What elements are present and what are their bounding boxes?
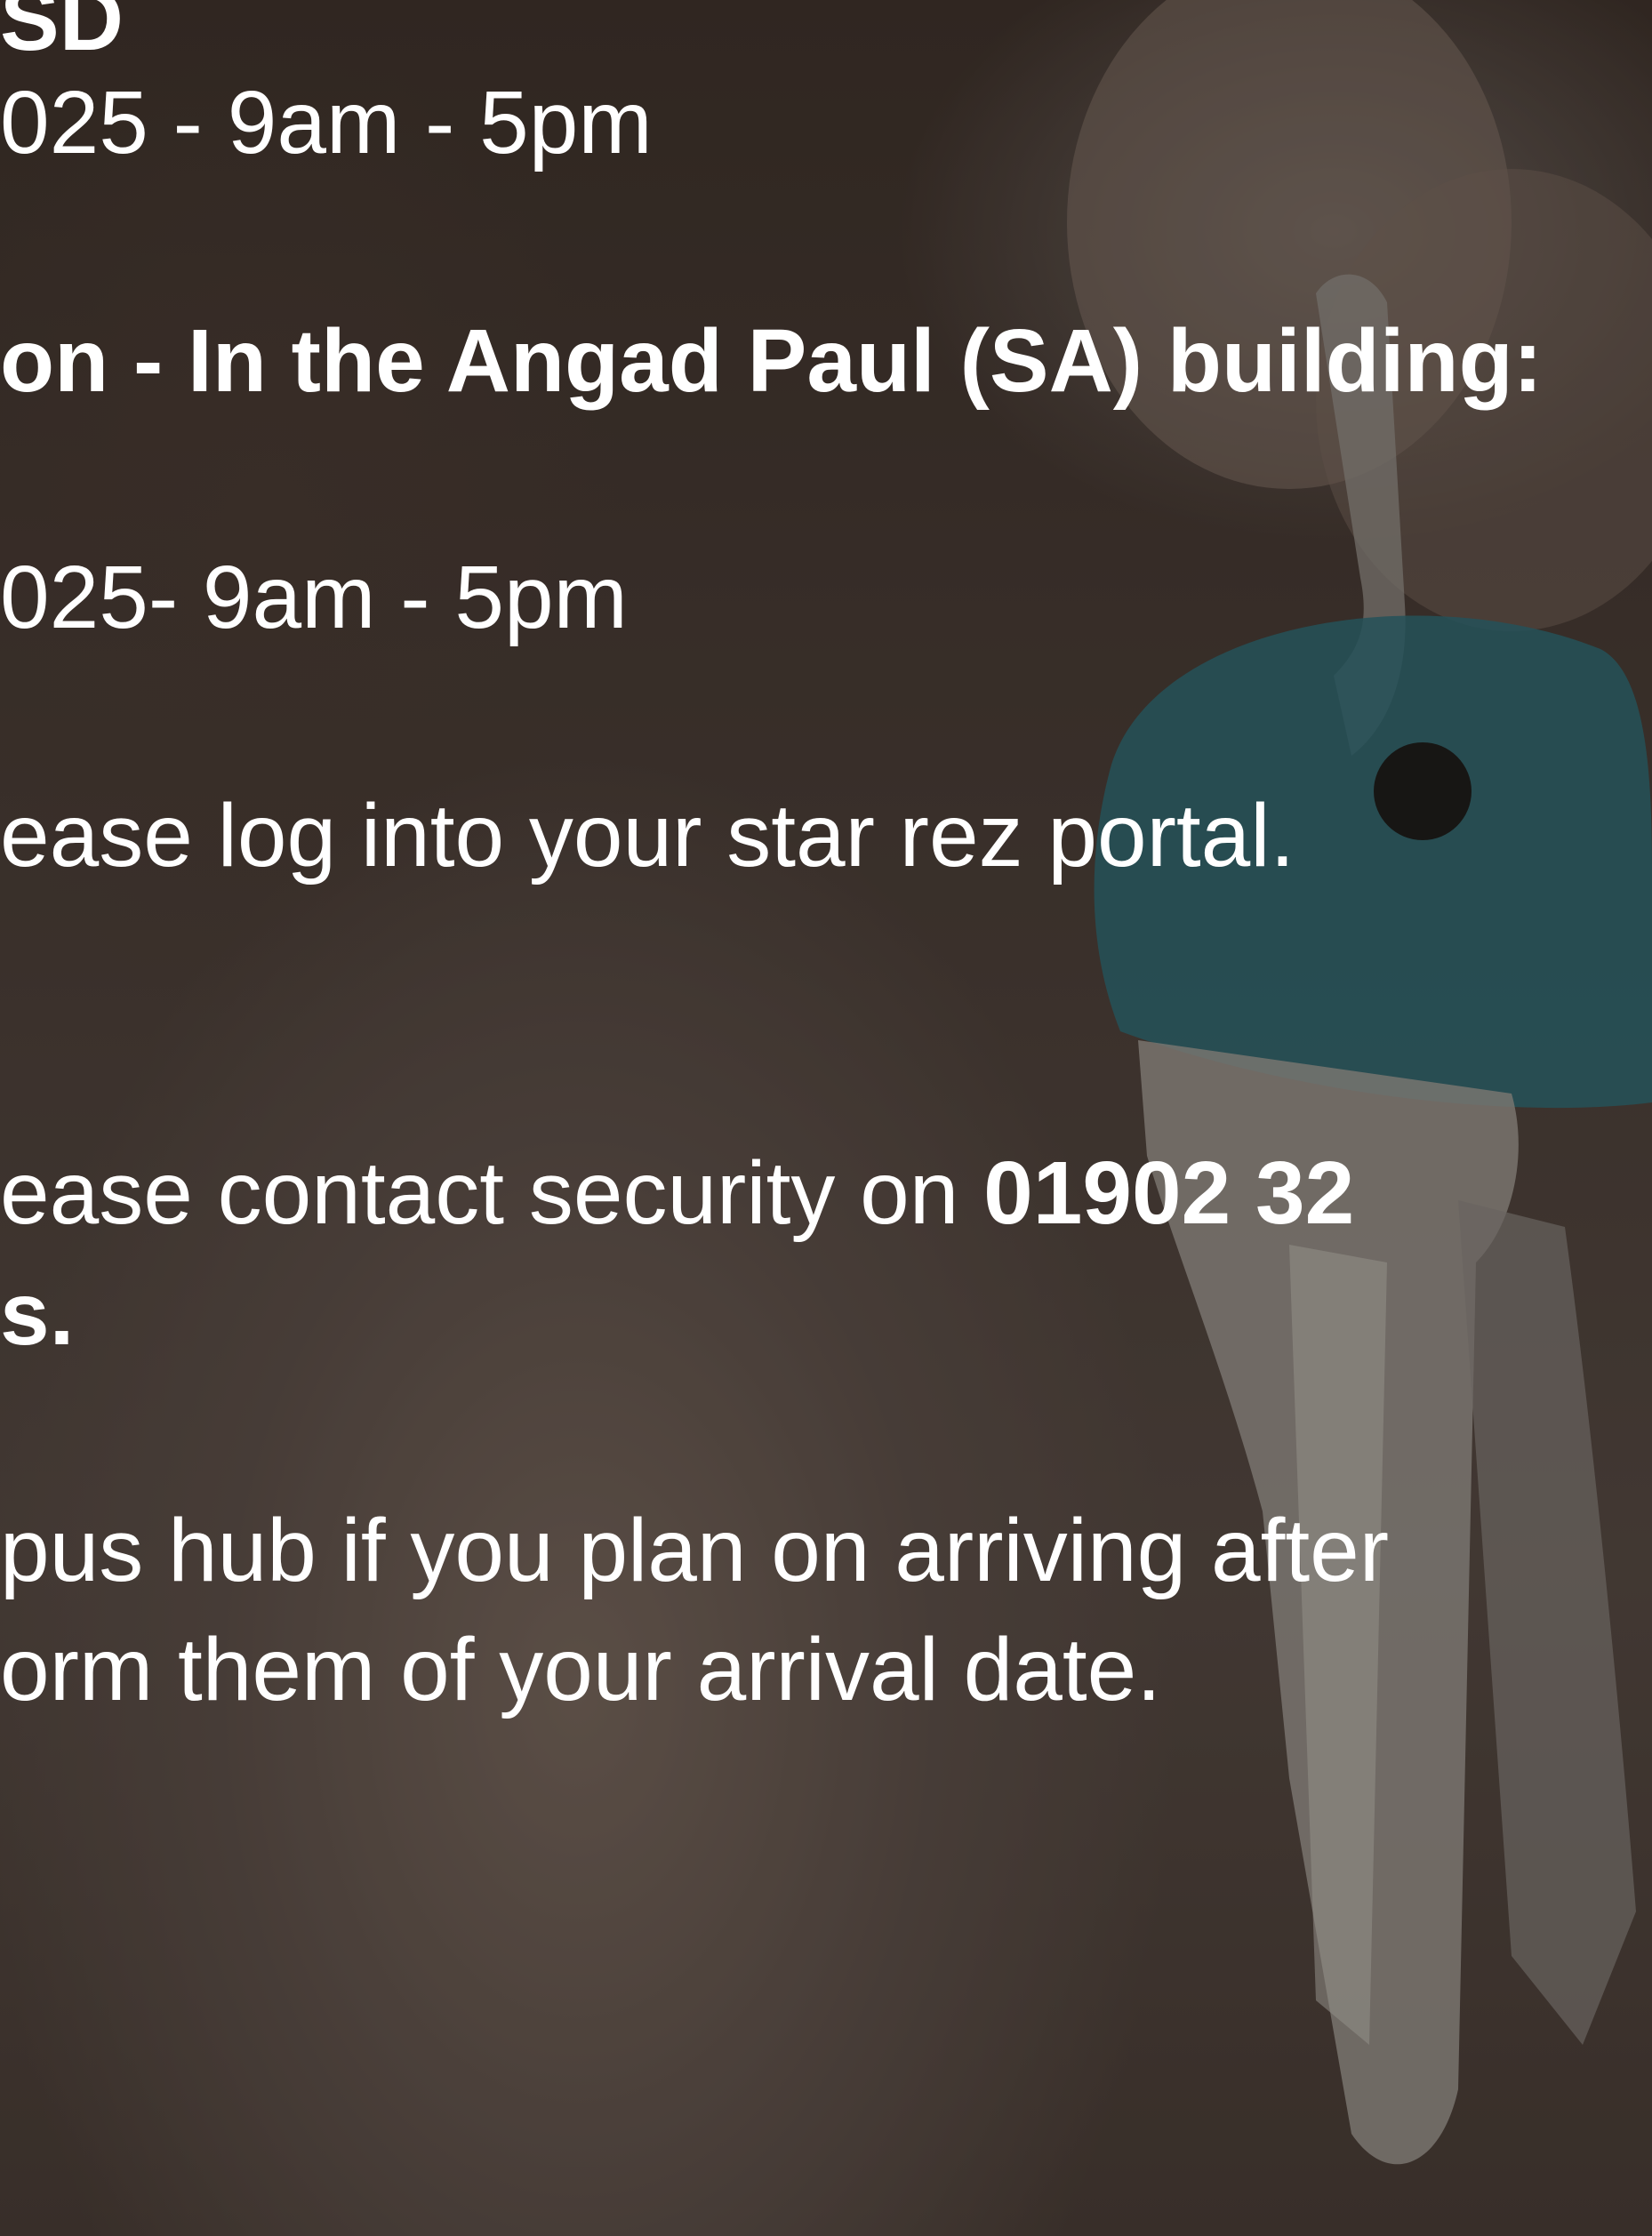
text-fragment: pus hub if you plan on arriving after bbox=[0, 1501, 1390, 1600]
page: SD 025 - 9am - 5pm on - In the Angad Pau… bbox=[0, 0, 1652, 2236]
text-line-1: SD bbox=[0, 0, 124, 64]
info-text-block: SD 025 - 9am - 5pm on - In the Angad Pau… bbox=[0, 0, 1652, 2236]
text-line-9: orm them of your arrival date. bbox=[0, 1625, 1161, 1714]
text-line-6: ease contact security on 01902 32 bbox=[0, 1149, 1354, 1238]
phone-number: 01902 32 bbox=[983, 1143, 1355, 1243]
text-fragment: 025- 9am - 5pm bbox=[0, 548, 628, 647]
text-fragment: SD bbox=[0, 0, 124, 69]
text-fragment: s. bbox=[0, 1264, 75, 1364]
text-line-7: s. bbox=[0, 1270, 74, 1358]
text-fragment: orm them of your arrival date. bbox=[0, 1620, 1162, 1719]
text-fragment: ease contact security on bbox=[0, 1143, 984, 1243]
text-line-5: ease log into your star rez portal. bbox=[0, 791, 1295, 880]
text-fragment: ease log into your star rez portal. bbox=[0, 786, 1295, 886]
text-line-3: on - In the Angad Paul (SA) building: bbox=[0, 317, 1543, 405]
text-line-4: 025- 9am - 5pm bbox=[0, 553, 628, 642]
text-fragment: on - In the Angad Paul (SA) building: bbox=[0, 311, 1543, 411]
text-fragment: 025 - 9am - 5pm bbox=[0, 73, 653, 172]
text-line-2: 025 - 9am - 5pm bbox=[0, 78, 653, 167]
text-line-8: pus hub if you plan on arriving after bbox=[0, 1506, 1389, 1595]
